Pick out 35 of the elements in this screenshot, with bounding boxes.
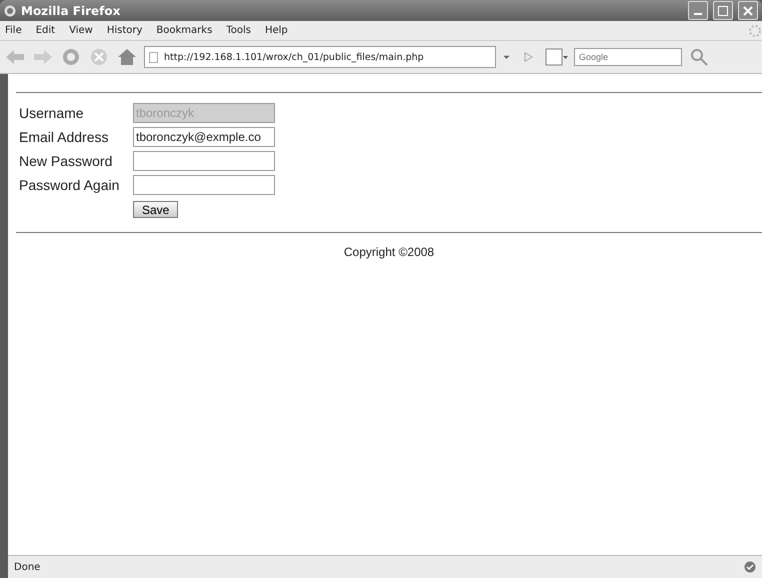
menu-item[interactable]: File	[0, 25, 27, 36]
input-field[interactable]	[133, 175, 275, 195]
status-text: Done	[14, 562, 42, 572]
window-title: Mozilla Firefox	[21, 4, 122, 18]
field-label: Username	[19, 105, 85, 121]
menu-item[interactable]: Bookmarks	[151, 25, 218, 36]
menu-item[interactable]: History	[102, 25, 148, 36]
search-field[interactable]: Google	[574, 48, 682, 66]
reload-icon[interactable]	[60, 46, 82, 68]
input-field[interactable]: tboronczyk@exmple.co	[133, 127, 275, 147]
input-field[interactable]	[133, 151, 275, 171]
minimize-button[interactable]	[688, 1, 708, 20]
check-icon	[744, 561, 756, 573]
page-icon	[149, 52, 158, 62]
minimize-icon	[694, 12, 702, 14]
field-label: Password Again	[19, 177, 120, 193]
maximize-icon	[718, 6, 728, 16]
menu-item[interactable]: Tools	[221, 25, 256, 36]
throbber-icon	[748, 24, 762, 38]
menu-item[interactable]: Help	[260, 25, 293, 36]
copyright-text: Copyright ©2008	[344, 245, 434, 259]
home-icon[interactable]	[116, 46, 138, 68]
maximize-button[interactable]	[713, 1, 733, 20]
menu-item[interactable]: Edit	[30, 25, 60, 36]
field-label: Email Address	[19, 129, 110, 145]
close-button[interactable]	[738, 1, 758, 20]
search-engine-icon[interactable]	[544, 46, 568, 68]
search-icon[interactable]	[688, 46, 710, 68]
stop-icon[interactable]	[88, 46, 110, 68]
menu-item[interactable]: View	[64, 25, 98, 36]
firefox-logo-icon	[4, 4, 16, 16]
address-bar[interactable]: http://192.168.1.101/wrox/ch_01/public_files/main.php	[144, 46, 496, 68]
close-icon	[743, 6, 753, 16]
save-button[interactable]: Save	[133, 201, 178, 218]
field-label: New Password	[19, 153, 114, 169]
